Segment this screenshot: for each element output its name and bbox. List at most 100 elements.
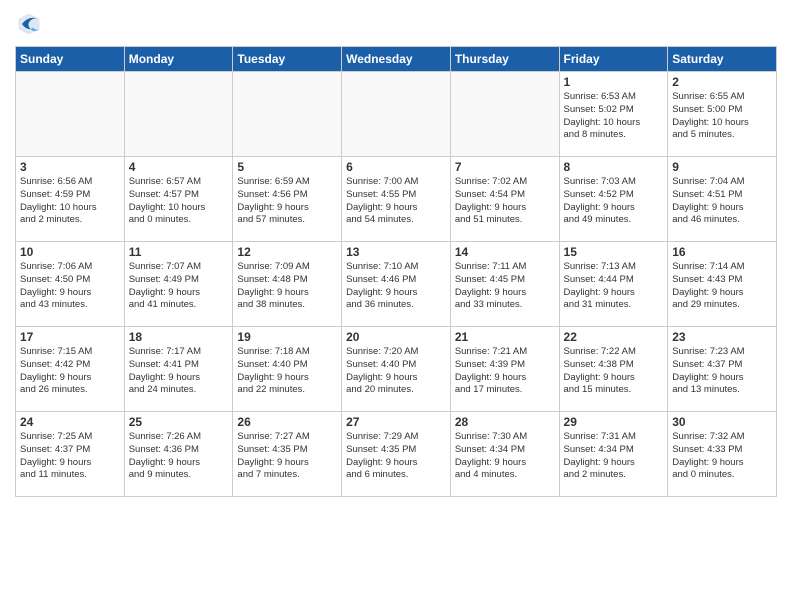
day-number: 18 xyxy=(129,330,229,344)
header xyxy=(15,10,777,38)
day-number: 13 xyxy=(346,245,446,259)
calendar-cell: 30Sunrise: 7:32 AM Sunset: 4:33 PM Dayli… xyxy=(668,412,777,497)
calendar-cell: 12 Sunrise: 7:09 AM Sunset: 4:48 PM Dayli… xyxy=(233,242,342,327)
day-header-saturday: Saturday xyxy=(668,47,777,72)
day-number: 10 xyxy=(20,245,120,259)
day-number: 15 xyxy=(564,245,664,259)
calendar-cell: 20 Sunrise: 7:20 AM Sunset: 4:40 PM Dayli… xyxy=(342,327,451,412)
calendar-cell: 11 Sunrise: 7:07 AM Sunset: 4:49 PM Dayli… xyxy=(124,242,233,327)
calendar-cell: 18 Sunrise: 7:17 AM Sunset: 4:41 PM Dayli… xyxy=(124,327,233,412)
calendar-cell xyxy=(124,72,233,157)
calendar-cell: 6Sunrise: 7:00 AM Sunset: 4:55 PM Daylig… xyxy=(342,157,451,242)
calendar-cell: 27Sunrise: 7:29 AM Sunset: 4:35 PM Dayli… xyxy=(342,412,451,497)
day-info: Sunrise: 7:09 AM Sunset: 4:48 PM Dayligh… xyxy=(237,261,337,312)
calendar-cell: 23 Sunrise: 7:23 AM Sunset: 4:37 PM Dayli… xyxy=(668,327,777,412)
day-number: 2 xyxy=(672,75,772,89)
calendar-cell: 28Sunrise: 7:30 AM Sunset: 4:34 PM Dayli… xyxy=(450,412,559,497)
day-info: Sunrise: 7:10 AM Sunset: 4:46 PM Dayligh… xyxy=(346,261,446,312)
day-info: Sunrise: 7:30 AM Sunset: 4:34 PM Dayligh… xyxy=(455,431,555,482)
week-row-4: 24 Sunrise: 7:25 AM Sunset: 4:37 PM Dayli… xyxy=(16,412,777,497)
calendar-cell: 29 Sunrise: 7:31 AM Sunset: 4:34 PM Dayli… xyxy=(559,412,668,497)
day-info: Sunrise: 7:26 AM Sunset: 4:36 PM Dayligh… xyxy=(129,431,229,482)
day-number: 12 xyxy=(237,245,337,259)
day-info: Sunrise: 7:17 AM Sunset: 4:41 PM Dayligh… xyxy=(129,346,229,397)
calendar-cell xyxy=(16,72,125,157)
day-number: 19 xyxy=(237,330,337,344)
calendar: SundayMondayTuesdayWednesdayThursdayFrid… xyxy=(15,46,777,497)
day-info: Sunrise: 6:53 AM Sunset: 5:02 PM Dayligh… xyxy=(564,91,664,142)
calendar-cell: 3 Sunrise: 6:56 AM Sunset: 4:59 PM Daylig… xyxy=(16,157,125,242)
logo xyxy=(15,10,47,38)
page: SundayMondayTuesdayWednesdayThursdayFrid… xyxy=(0,0,792,507)
day-number: 3 xyxy=(20,160,120,174)
day-number: 11 xyxy=(129,245,229,259)
calendar-cell: 7 Sunrise: 7:02 AM Sunset: 4:54 PM Daylig… xyxy=(450,157,559,242)
calendar-cell xyxy=(233,72,342,157)
day-number: 6 xyxy=(346,160,446,174)
day-info: Sunrise: 6:55 AM Sunset: 5:00 PM Dayligh… xyxy=(672,91,772,142)
day-info: Sunrise: 7:15 AM Sunset: 4:42 PM Dayligh… xyxy=(20,346,120,397)
calendar-cell: 1 Sunrise: 6:53 AM Sunset: 5:02 PM Daylig… xyxy=(559,72,668,157)
week-row-1: 3 Sunrise: 6:56 AM Sunset: 4:59 PM Daylig… xyxy=(16,157,777,242)
day-info: Sunrise: 7:11 AM Sunset: 4:45 PM Dayligh… xyxy=(455,261,555,312)
day-number: 24 xyxy=(20,415,120,429)
calendar-body: 1 Sunrise: 6:53 AM Sunset: 5:02 PM Daylig… xyxy=(16,72,777,497)
day-number: 21 xyxy=(455,330,555,344)
calendar-cell: 21 Sunrise: 7:21 AM Sunset: 4:39 PM Dayli… xyxy=(450,327,559,412)
day-number: 22 xyxy=(564,330,664,344)
day-info: Sunrise: 7:23 AM Sunset: 4:37 PM Dayligh… xyxy=(672,346,772,397)
day-info: Sunrise: 6:56 AM Sunset: 4:59 PM Dayligh… xyxy=(20,176,120,227)
day-header-wednesday: Wednesday xyxy=(342,47,451,72)
calendar-cell xyxy=(450,72,559,157)
calendar-cell: 8Sunrise: 7:03 AM Sunset: 4:52 PM Daylig… xyxy=(559,157,668,242)
calendar-header: SundayMondayTuesdayWednesdayThursdayFrid… xyxy=(16,47,777,72)
day-number: 27 xyxy=(346,415,446,429)
day-number: 9 xyxy=(672,160,772,174)
day-header-tuesday: Tuesday xyxy=(233,47,342,72)
calendar-cell: 19 Sunrise: 7:18 AM Sunset: 4:40 PM Dayli… xyxy=(233,327,342,412)
day-info: Sunrise: 7:31 AM Sunset: 4:34 PM Dayligh… xyxy=(564,431,664,482)
calendar-cell: 9Sunrise: 7:04 AM Sunset: 4:51 PM Daylig… xyxy=(668,157,777,242)
day-info: Sunrise: 7:32 AM Sunset: 4:33 PM Dayligh… xyxy=(672,431,772,482)
calendar-cell: 5 Sunrise: 6:59 AM Sunset: 4:56 PM Daylig… xyxy=(233,157,342,242)
day-number: 23 xyxy=(672,330,772,344)
day-info: Sunrise: 7:27 AM Sunset: 4:35 PM Dayligh… xyxy=(237,431,337,482)
day-number: 1 xyxy=(564,75,664,89)
day-info: Sunrise: 7:07 AM Sunset: 4:49 PM Dayligh… xyxy=(129,261,229,312)
day-number: 25 xyxy=(129,415,229,429)
day-number: 5 xyxy=(237,160,337,174)
calendar-cell: 14Sunrise: 7:11 AM Sunset: 4:45 PM Dayli… xyxy=(450,242,559,327)
day-number: 29 xyxy=(564,415,664,429)
day-number: 8 xyxy=(564,160,664,174)
day-info: Sunrise: 7:06 AM Sunset: 4:50 PM Dayligh… xyxy=(20,261,120,312)
day-number: 7 xyxy=(455,160,555,174)
logo-icon xyxy=(15,10,43,38)
calendar-cell: 25 Sunrise: 7:26 AM Sunset: 4:36 PM Dayli… xyxy=(124,412,233,497)
calendar-cell: 17 Sunrise: 7:15 AM Sunset: 4:42 PM Dayli… xyxy=(16,327,125,412)
calendar-cell: 2 Sunrise: 6:55 AM Sunset: 5:00 PM Daylig… xyxy=(668,72,777,157)
day-info: Sunrise: 7:13 AM Sunset: 4:44 PM Dayligh… xyxy=(564,261,664,312)
day-info: Sunrise: 7:20 AM Sunset: 4:40 PM Dayligh… xyxy=(346,346,446,397)
day-number: 20 xyxy=(346,330,446,344)
week-row-0: 1 Sunrise: 6:53 AM Sunset: 5:02 PM Daylig… xyxy=(16,72,777,157)
calendar-cell: 15 Sunrise: 7:13 AM Sunset: 4:44 PM Dayli… xyxy=(559,242,668,327)
day-info: Sunrise: 6:59 AM Sunset: 4:56 PM Dayligh… xyxy=(237,176,337,227)
day-number: 16 xyxy=(672,245,772,259)
calendar-cell: 16Sunrise: 7:14 AM Sunset: 4:43 PM Dayli… xyxy=(668,242,777,327)
calendar-cell: 24 Sunrise: 7:25 AM Sunset: 4:37 PM Dayli… xyxy=(16,412,125,497)
week-row-2: 10 Sunrise: 7:06 AM Sunset: 4:50 PM Dayli… xyxy=(16,242,777,327)
week-row-3: 17 Sunrise: 7:15 AM Sunset: 4:42 PM Dayli… xyxy=(16,327,777,412)
day-header-monday: Monday xyxy=(124,47,233,72)
day-header-thursday: Thursday xyxy=(450,47,559,72)
calendar-cell xyxy=(342,72,451,157)
day-number: 4 xyxy=(129,160,229,174)
calendar-cell: 4 Sunrise: 6:57 AM Sunset: 4:57 PM Daylig… xyxy=(124,157,233,242)
day-header-friday: Friday xyxy=(559,47,668,72)
day-info: Sunrise: 7:21 AM Sunset: 4:39 PM Dayligh… xyxy=(455,346,555,397)
days-of-week-row: SundayMondayTuesdayWednesdayThursdayFrid… xyxy=(16,47,777,72)
day-info: Sunrise: 7:02 AM Sunset: 4:54 PM Dayligh… xyxy=(455,176,555,227)
day-info: Sunrise: 7:25 AM Sunset: 4:37 PM Dayligh… xyxy=(20,431,120,482)
day-number: 17 xyxy=(20,330,120,344)
day-info: Sunrise: 7:18 AM Sunset: 4:40 PM Dayligh… xyxy=(237,346,337,397)
day-info: Sunrise: 6:57 AM Sunset: 4:57 PM Dayligh… xyxy=(129,176,229,227)
